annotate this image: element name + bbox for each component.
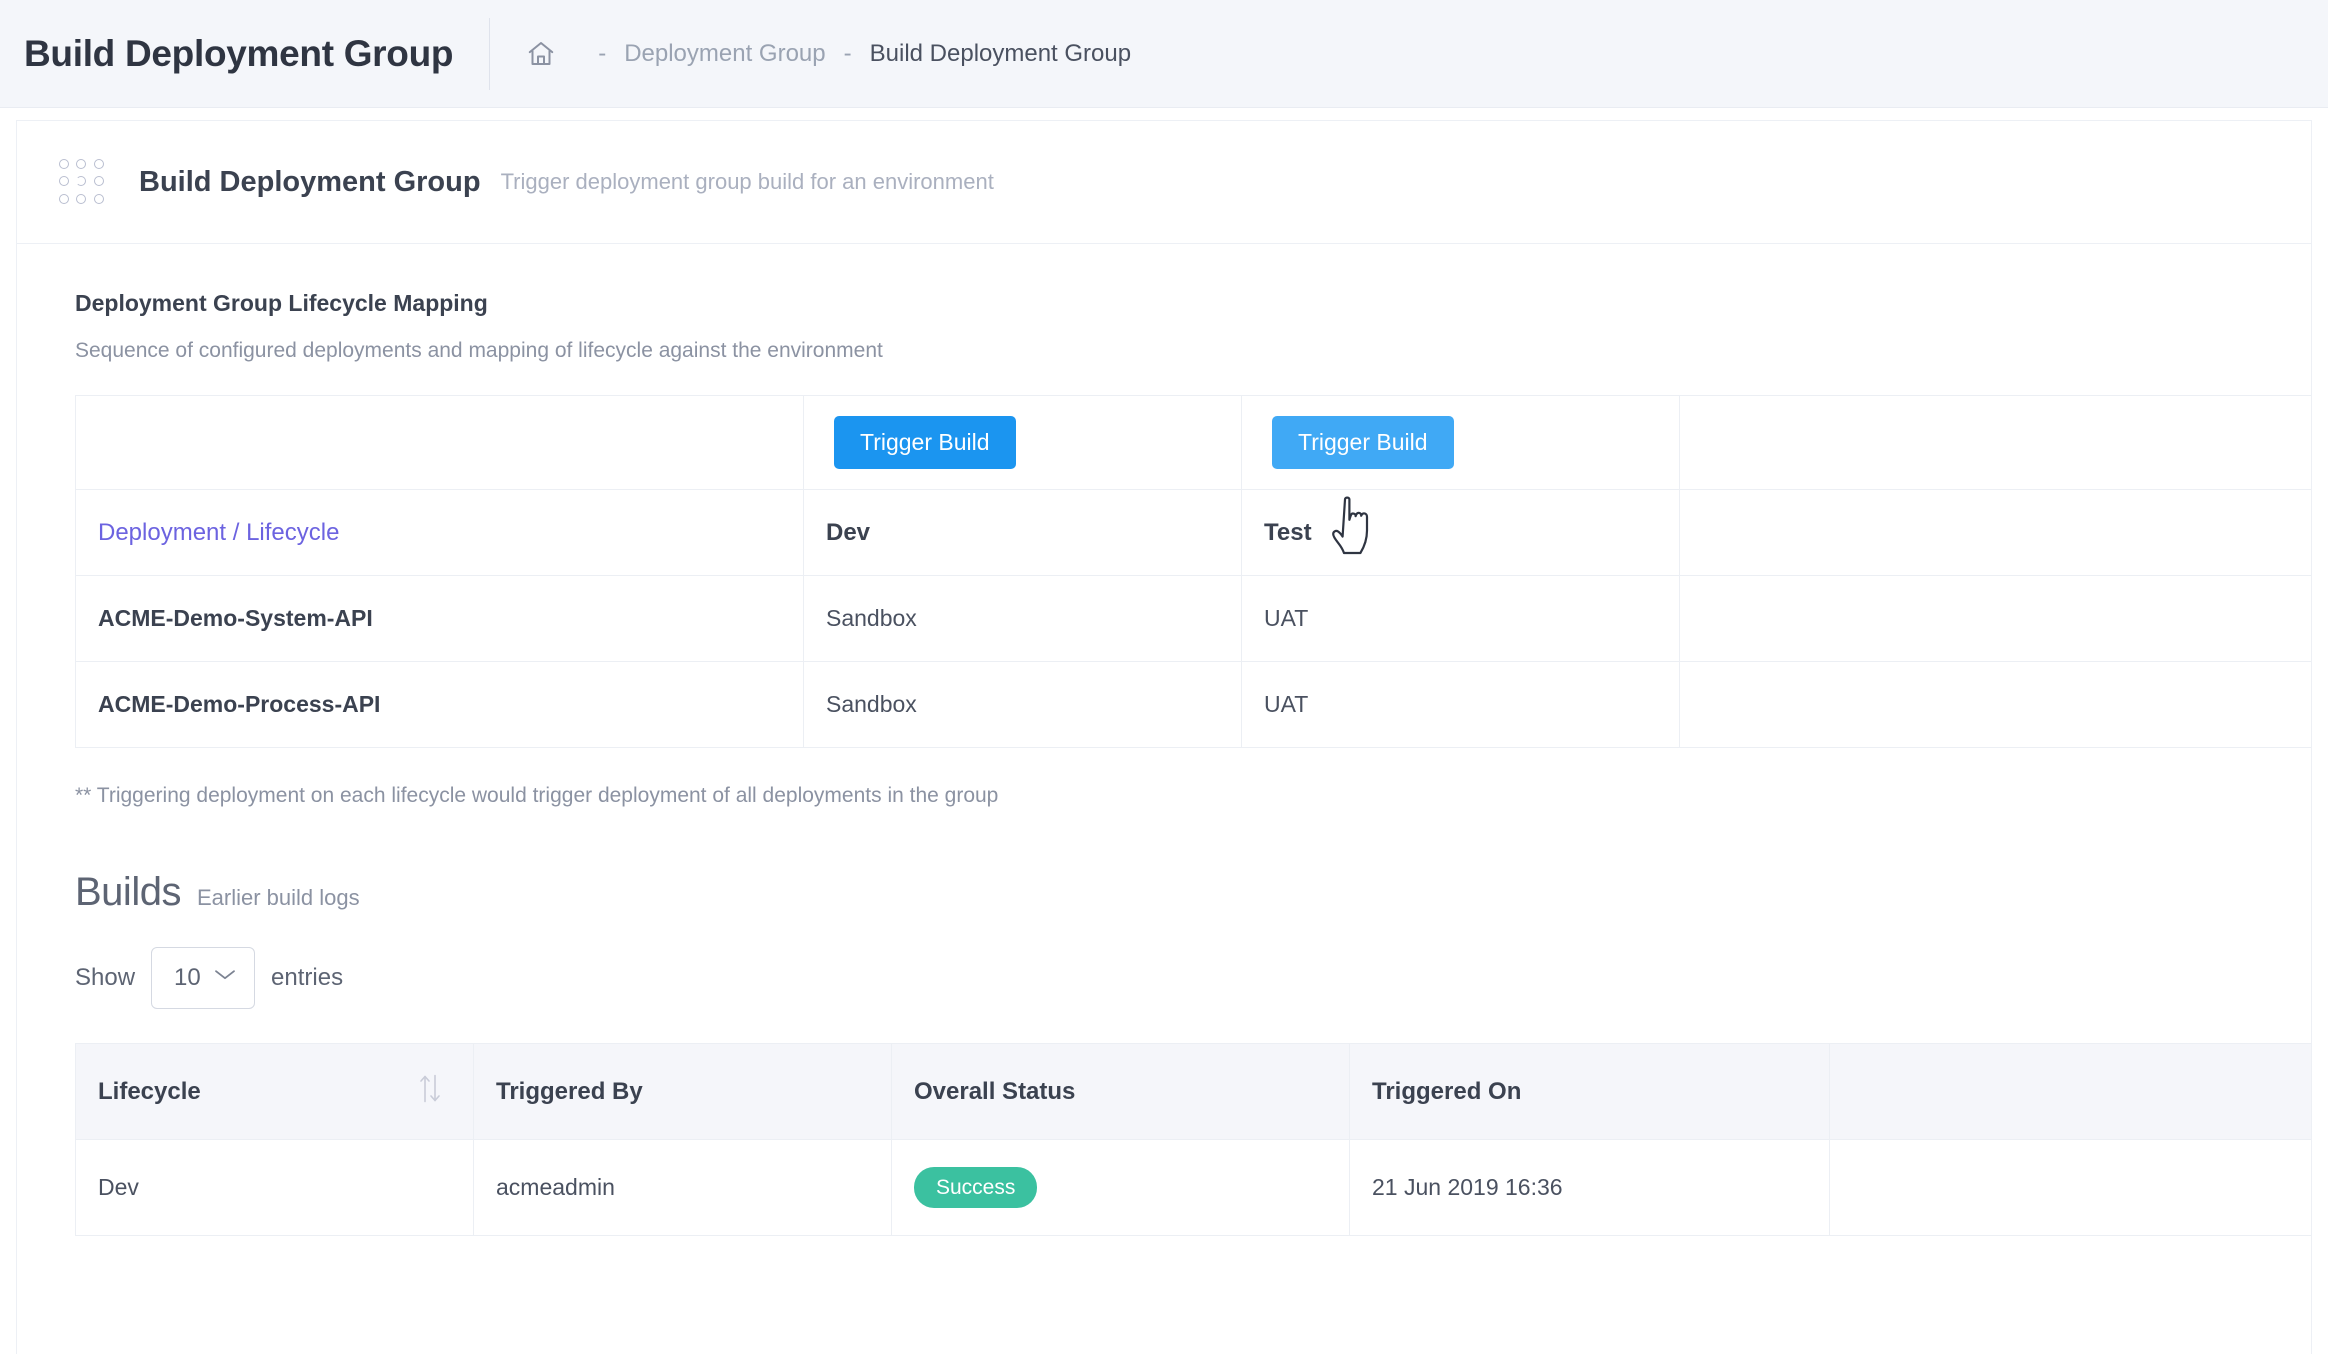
builds-cell-overflow-0	[1829, 1139, 2311, 1236]
mapping-row-dev-0: Sandbox	[803, 575, 1242, 662]
builds-column-overall-status[interactable]: Overall Status	[891, 1043, 1350, 1140]
breadcrumb-separator-2: -	[843, 39, 852, 67]
table-row[interactable]: Dev acmeadmin Success 21 Jun 2019 16:36	[75, 1139, 2311, 1236]
mapping-section-subtitle: Sequence of configured deployments and m…	[75, 339, 883, 362]
breadcrumb-item-deployment-group[interactable]: Deployment Group	[624, 40, 825, 68]
builds-column-triggered-by[interactable]: Triggered By	[473, 1043, 892, 1140]
status-badge: Success	[914, 1166, 1038, 1209]
builds-table-wrapper: Lifecycle Triggered By Overall Status Tr…	[17, 1043, 2311, 1236]
trigger-row-overflow-cell	[1679, 395, 2311, 490]
trigger-row-empty-cell	[75, 395, 804, 490]
builds-column-lifecycle[interactable]: Lifecycle	[75, 1043, 474, 1140]
builds-cell-status-0: Success	[891, 1139, 1350, 1236]
builds-table: Lifecycle Triggered By Overall Status Tr…	[75, 1043, 2311, 1236]
build-deployment-group-card: Build Deployment Group Trigger deploymen…	[16, 120, 2312, 1354]
table-row: ACME-Demo-System-API Sandbox UAT	[75, 575, 2311, 662]
lifecycle-mapping-table-wrapper: Trigger Build Trigger Build Deployment /…	[17, 395, 2311, 748]
top-bar: Build Deployment Group - Deployment Grou…	[0, 0, 2328, 108]
builds-subtitle: Earlier build logs	[196, 885, 360, 910]
lifecycle-mapping-table: Trigger Build Trigger Build Deployment /…	[75, 395, 2311, 748]
mapping-header-overflow	[1679, 489, 2311, 576]
builds-column-lifecycle-label: Lifecycle	[98, 1077, 201, 1105]
mapping-header-row: Deployment / Lifecycle Dev Test	[75, 489, 2311, 576]
show-entries-control: Show 10 entries	[17, 947, 2311, 1009]
builds-cell-triggered-by-0: acmeadmin	[473, 1139, 892, 1236]
home-icon[interactable]	[524, 37, 558, 71]
mapping-row-dev-1: Sandbox	[803, 661, 1242, 748]
dot-grid-icon	[59, 159, 105, 205]
mapping-row-name-1: ACME-Demo-Process-API	[75, 661, 804, 748]
trigger-build-button-dev[interactable]: Trigger Build	[834, 415, 1016, 470]
show-label: Show	[75, 964, 136, 991]
entries-label: entries	[271, 964, 344, 991]
builds-title: Builds	[75, 870, 181, 914]
page-size-value: 10	[174, 964, 201, 991]
chevron-down-icon	[212, 961, 238, 989]
table-row: ACME-Demo-Process-API Sandbox UAT	[75, 661, 2311, 748]
breadcrumb: - Deployment Group - Build Deployment Gr…	[524, 37, 1131, 71]
builds-column-overflow	[1829, 1043, 2311, 1140]
mapping-row-overflow-1	[1679, 661, 2311, 748]
mapping-row-test-1: UAT	[1241, 661, 1680, 748]
card-body: Deployment Group Lifecycle Mapping Seque…	[17, 244, 2311, 1236]
trigger-build-cell-dev: Trigger Build	[803, 395, 1242, 490]
sort-arrows-icon[interactable]	[415, 1071, 445, 1112]
builds-header: Builds Earlier build logs	[17, 870, 2311, 915]
card-header: Build Deployment Group Trigger deploymen…	[17, 121, 2311, 244]
trigger-build-cell-test: Trigger Build	[1241, 395, 1680, 490]
trigger-build-button-test[interactable]: Trigger Build	[1272, 415, 1454, 470]
breadcrumb-separator-1: -	[598, 39, 607, 67]
mapping-header-dev: Dev	[803, 489, 1242, 576]
mapping-section-title: Deployment Group Lifecycle Mapping	[75, 290, 488, 316]
mapping-row-overflow-0	[1679, 575, 2311, 662]
builds-column-triggered-on[interactable]: Triggered On	[1349, 1043, 1830, 1140]
deployment-lifecycle-link[interactable]: Deployment / Lifecycle	[75, 489, 804, 576]
mapping-footnote: ** Triggering deployment on each lifecyc…	[75, 784, 999, 807]
card-title: Build Deployment Group	[139, 165, 481, 198]
builds-cell-lifecycle-0: Dev	[75, 1139, 474, 1236]
page-title: Build Deployment Group	[24, 32, 454, 74]
card-subtitle: Trigger deployment group build for an en…	[500, 169, 994, 194]
header-divider	[489, 17, 491, 90]
page-size-select[interactable]: 10	[151, 947, 256, 1009]
breadcrumb-item-build-deployment-group: Build Deployment Group	[869, 39, 1132, 67]
mapping-row-name-0: ACME-Demo-System-API	[75, 575, 804, 662]
mapping-row-test-0: UAT	[1241, 575, 1680, 662]
builds-header-row: Lifecycle Triggered By Overall Status Tr…	[75, 1043, 2311, 1140]
mapping-header-test: Test	[1241, 489, 1680, 576]
trigger-build-row: Trigger Build Trigger Build	[75, 395, 2311, 490]
builds-cell-triggered-on-0: 21 Jun 2019 16:36	[1349, 1139, 1830, 1236]
